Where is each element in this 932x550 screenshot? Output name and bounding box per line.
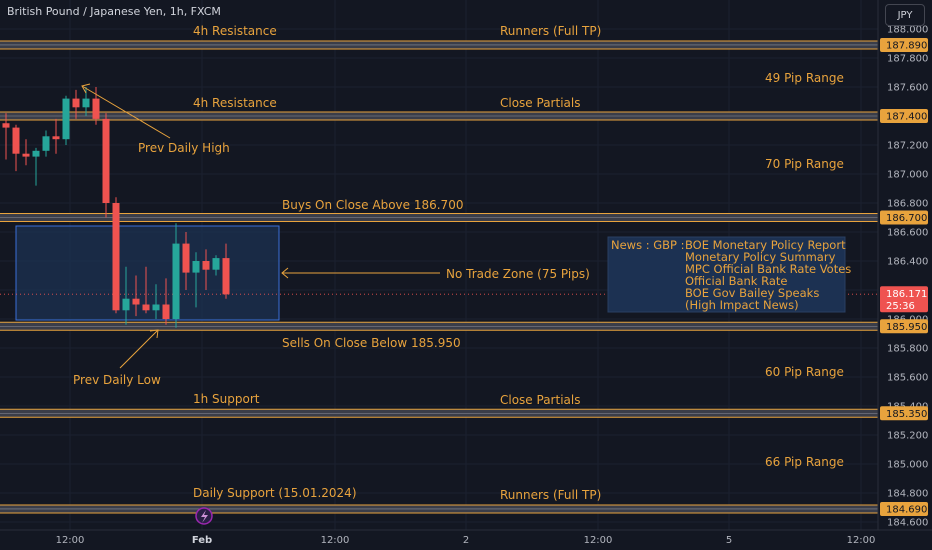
time-tick-label: 5 [726, 535, 732, 546]
price-tick-label: 187.800 [887, 54, 928, 65]
chart-title: British Pound / Japanese Yen, 1h, FXCM [7, 5, 221, 18]
news-item: (High Impact News) [685, 298, 799, 312]
label-66-pip-range: 66 Pip Range [765, 455, 844, 469]
price-tick-label: 185.200 [887, 431, 928, 442]
candle-body [92, 98, 100, 119]
event-marker[interactable] [195, 507, 213, 525]
label-runners-top: Runners (Full TP) [500, 24, 601, 38]
level-price-label: 184.690 [886, 504, 927, 515]
candle-body [212, 258, 220, 270]
label-70-pip-range: 70 Pip Range [765, 157, 844, 171]
candle-body [102, 118, 110, 203]
candle-body [112, 203, 120, 311]
label-no-trade-zone: No Trade Zone (75 Pips) [446, 267, 590, 281]
level-price-label: 186.700 [886, 213, 927, 224]
time-axis: 12:00 Feb 12:00 2 12:00 5 12:00 [0, 529, 932, 546]
price-chart[interactable]: 4h Resistance Runners (Full TP) 49 Pip R… [0, 0, 932, 550]
price-tick-label: 185.600 [887, 373, 928, 384]
label-buys-on-close: Buys On Close Above 186.700 [282, 198, 463, 212]
candle-body [22, 153, 30, 157]
candle-body [82, 98, 90, 108]
time-tick-label: 12:00 [56, 535, 85, 546]
candle-body [162, 304, 170, 319]
current-price-label: 186.171 [886, 289, 927, 300]
candle-body [222, 258, 230, 295]
price-axis: 188.000 187.800 187.600 187.400 187.200 187.0… [877, 0, 932, 550]
price-tick-label: 186.600 [887, 228, 928, 239]
label-runners-bottom: Runners (Full TP) [500, 488, 601, 502]
label-sells-on-close: Sells On Close Below 185.950 [282, 336, 461, 350]
label-prev-daily-low: Prev Daily Low [73, 373, 161, 387]
level-price-label: 185.950 [886, 322, 927, 333]
label-close-partials-bottom: Close Partials [500, 393, 580, 407]
price-tick-label: 188.000 [887, 25, 928, 36]
candle-body [192, 261, 200, 273]
candle-body [122, 298, 130, 311]
candle-body [2, 123, 10, 128]
label-daily-support: Daily Support (15.01.2024) [193, 486, 357, 500]
candle-body [12, 127, 20, 154]
price-tick-label: 185.800 [887, 344, 928, 355]
level-price-label: 187.400 [886, 112, 927, 123]
label-prev-daily-high: Prev Daily High [138, 141, 230, 155]
currency-button[interactable]: JPY [885, 4, 925, 26]
chart-window: 4h Resistance Runners (Full TP) 49 Pip R… [0, 0, 932, 550]
candle-body [152, 304, 160, 311]
time-tick-label: 12:00 [584, 535, 613, 546]
label-4h-resistance-2: 4h Resistance [193, 96, 277, 110]
news-prefix: News : GBP : [611, 238, 685, 252]
price-tick-label: 187.200 [887, 141, 928, 152]
time-tick-label: 2 [463, 535, 469, 546]
level-price-label: 187.890 [886, 40, 927, 51]
candle-body [62, 98, 70, 140]
label-4h-resistance-1: 4h Resistance [193, 24, 277, 38]
price-tick-label: 186.800 [887, 199, 928, 210]
level-price-label: 185.350 [886, 409, 927, 420]
label-49-pip-range: 49 Pip Range [765, 71, 844, 85]
price-tick-label: 185.000 [887, 460, 928, 471]
price-tick-label: 186.400 [887, 257, 928, 268]
time-tick-label: Feb [192, 535, 212, 546]
candle-body [202, 261, 210, 270]
news-box: News : GBP : BOE Monetary Policy Report … [607, 236, 851, 313]
candle-body [32, 150, 40, 157]
candle-body [52, 136, 60, 140]
candle-body [42, 136, 50, 151]
candle-body [72, 98, 80, 108]
price-tick-label: 187.600 [887, 83, 928, 94]
time-tick-label: 12:00 [847, 535, 876, 546]
prev-low-arrow-line [119, 329, 159, 369]
price-tick-label: 184.800 [887, 489, 928, 500]
label-close-partials-top: Close Partials [500, 96, 580, 110]
candle-body [172, 243, 180, 319]
countdown-label: 25:36 [886, 301, 915, 312]
price-tick-label: 184.600 [887, 518, 928, 529]
label-60-pip-range: 60 Pip Range [765, 365, 844, 379]
candle-body [142, 304, 150, 311]
candle-body [182, 243, 190, 273]
price-tick-label: 187.000 [887, 170, 928, 181]
time-tick-label: 12:00 [321, 535, 350, 546]
candle-body [132, 298, 140, 305]
label-1h-support: 1h Support [193, 392, 260, 406]
